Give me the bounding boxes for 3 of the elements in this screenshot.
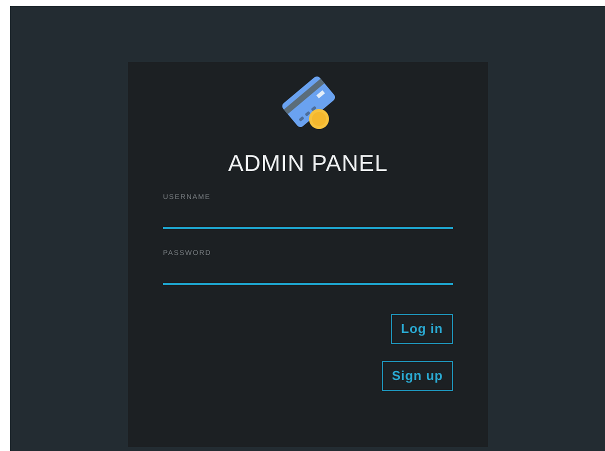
panel-title: ADMIN PANEL	[228, 149, 388, 177]
signup-button[interactable]: Sign up	[382, 361, 453, 391]
login-button[interactable]: Log in	[391, 314, 453, 344]
